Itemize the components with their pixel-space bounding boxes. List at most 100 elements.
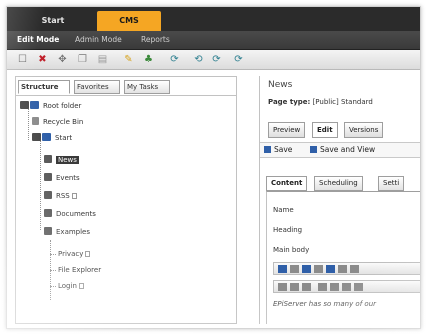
page-type-value: [Public] Standard	[312, 98, 373, 106]
editor-toolbar-row1	[273, 262, 420, 275]
tree-node-start[interactable]: Start	[32, 132, 72, 144]
editor-spell-icon[interactable]	[350, 265, 359, 273]
italic-icon[interactable]	[290, 283, 299, 291]
new-page-icon[interactable]: ☐	[17, 54, 28, 65]
delete-icon[interactable]: ✖	[37, 54, 48, 65]
mode-reports[interactable]: Reports	[141, 35, 170, 44]
edit-pane: News Page type: [Public] Standard Previe…	[259, 76, 420, 324]
tree-node-label: Root folder	[43, 102, 82, 110]
paste-icon[interactable]: ▤	[97, 54, 108, 65]
editor-cut-icon[interactable]	[278, 265, 287, 273]
tab-edit[interactable]: Edit	[312, 122, 338, 138]
shortcut-icon	[71, 193, 77, 199]
tab-cms[interactable]: CMS	[97, 11, 161, 31]
tab-preview[interactable]: Preview	[268, 122, 306, 138]
tree-node-label: Events	[56, 174, 80, 182]
page-type-label: Page type:	[268, 98, 311, 106]
tree-node-documents[interactable]: Documents	[44, 208, 96, 220]
page-type: Page type: [Public] Standard	[268, 98, 373, 106]
globe-icon	[30, 101, 39, 109]
folder-icon	[20, 101, 29, 109]
tree-node-news[interactable]: News	[44, 154, 79, 166]
justify-icon[interactable]	[354, 283, 363, 291]
tree-connector	[50, 286, 56, 287]
save-icon	[264, 146, 271, 153]
tree-node-examples[interactable]: Examples	[44, 226, 90, 238]
save-view-icon	[310, 146, 317, 153]
refresh-icon[interactable]: ⟳	[169, 54, 180, 65]
page-icon	[44, 209, 52, 217]
tree-node-rss[interactable]: RSS	[44, 190, 77, 202]
tree-node-file-explorer[interactable]: File Explorer	[58, 264, 101, 276]
tab-scheduling[interactable]: Scheduling	[314, 176, 363, 191]
field-label-main-body: Main body	[273, 246, 310, 254]
save-view-label: Save and View	[320, 145, 376, 154]
tree-connector	[40, 140, 41, 230]
back-icon[interactable]: ⟲	[193, 54, 204, 65]
field-label-heading: Heading	[273, 226, 303, 234]
editor-copy-icon[interactable]	[290, 265, 299, 273]
editor-body-text[interactable]: EPiServer has so many of our	[273, 300, 376, 308]
align-center-icon[interactable]	[330, 283, 339, 291]
mode-edit[interactable]: Edit Mode	[17, 35, 59, 44]
editor-code-icon[interactable]	[338, 265, 347, 273]
save-and-view-button[interactable]: Save and View	[310, 145, 375, 154]
align-right-icon[interactable]	[342, 283, 351, 291]
shortcut-icon	[78, 283, 84, 289]
bold-icon[interactable]	[278, 283, 287, 291]
tree-node-recycle-bin[interactable]: Recycle Bin	[32, 116, 83, 128]
bookmark-icon[interactable]: ♣	[143, 54, 154, 65]
tree-connector	[50, 254, 56, 255]
move-icon[interactable]: ✥	[57, 54, 68, 65]
save-bar: Save Save and View	[260, 142, 420, 158]
tree-node-root[interactable]: Root folder	[20, 100, 81, 112]
editor-table-icon[interactable]	[314, 265, 323, 273]
tab-versions[interactable]: Versions	[344, 122, 384, 138]
copy-icon[interactable]: ❐	[77, 54, 88, 65]
tree-node-label-selected: News	[56, 156, 79, 164]
forward-icon[interactable]: ⟳	[211, 54, 222, 65]
page-title: News	[268, 80, 293, 90]
page-tree: Root folder Recycle Bin Start News Event…	[16, 95, 236, 300]
mode-admin[interactable]: Admin Mode	[75, 35, 122, 44]
save-button[interactable]: Save	[264, 145, 292, 154]
tree-node-label: Examples	[56, 228, 91, 236]
folder-icon	[32, 133, 41, 141]
app-window: Start CMS Edit Mode Admin Mode Reports ☐…	[6, 6, 421, 329]
page-icon	[44, 191, 52, 199]
field-label-name: Name	[273, 206, 294, 214]
tree-connector	[28, 108, 29, 140]
tab-favorites[interactable]: Favorites	[74, 80, 120, 94]
tree-node-login[interactable]: Login	[58, 280, 84, 292]
editor-toolbar-row2	[273, 280, 420, 293]
tree-node-events[interactable]: Events	[44, 172, 80, 184]
edit-icon[interactable]: ✎	[123, 54, 134, 65]
underline-icon[interactable]	[302, 283, 311, 291]
align-left-icon[interactable]	[318, 283, 327, 291]
sync-icon[interactable]: ⟳	[233, 54, 244, 65]
tree-node-label: Start	[55, 134, 73, 142]
tree-node-label: Recycle Bin	[43, 118, 84, 126]
tab-content[interactable]: Content	[266, 176, 308, 191]
tree-node-label: Login	[58, 282, 77, 290]
home-icon	[42, 133, 51, 141]
tree-connector	[50, 270, 56, 271]
editor-link-icon[interactable]	[302, 265, 311, 273]
main-toolbar: ☐ ✖ ✥ ❐ ▤ ✎ ♣ ⟳ ⟲ ⟳ ⟳	[7, 50, 420, 70]
tab-start[interactable]: Start	[31, 11, 75, 31]
page-icon	[44, 155, 52, 163]
recycle-bin-icon	[32, 117, 39, 125]
content-panel: Name Heading Main body EPiServer has so …	[266, 191, 420, 324]
tree-node-privacy[interactable]: Privacy	[58, 248, 91, 260]
tree-node-label: Privacy	[58, 250, 84, 258]
tree-node-label: File Explorer	[58, 266, 102, 274]
editor-image-icon[interactable]	[326, 265, 335, 273]
tab-structure[interactable]: Structure	[18, 80, 70, 94]
tree-node-label: RSS	[56, 192, 70, 200]
top-tab-bar: Start CMS	[7, 7, 420, 31]
tree-node-label: Documents	[56, 210, 96, 218]
shortcut-icon	[85, 251, 91, 257]
tab-settings[interactable]: Setti	[378, 176, 405, 191]
tab-my-tasks[interactable]: My Tasks	[124, 80, 170, 94]
save-label: Save	[274, 145, 293, 154]
